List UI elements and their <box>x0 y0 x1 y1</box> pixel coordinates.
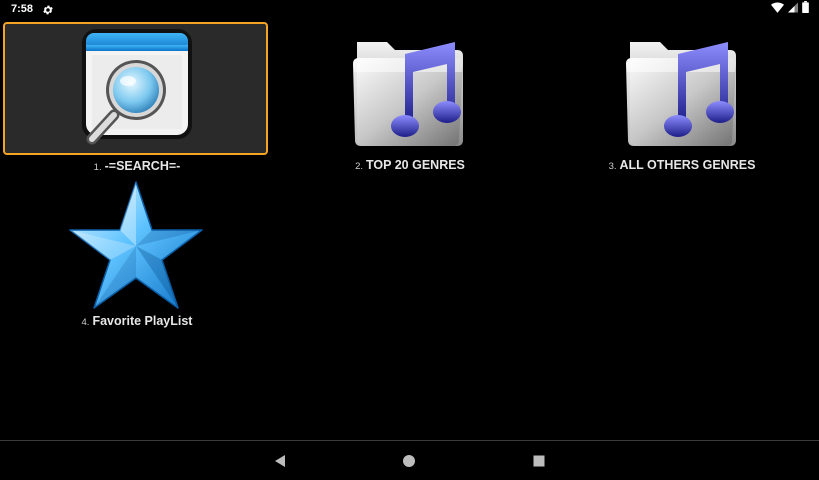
wifi-icon <box>771 0 784 18</box>
home-button[interactable] <box>399 451 419 471</box>
status-bar: 7:58 <box>0 0 819 20</box>
item-title: -=SEARCH=- <box>104 159 181 173</box>
music-folder-icon <box>626 42 736 146</box>
screen: 7:58 1. -=SEARCH=- 2. TOP 20 GENRES 3. A… <box>0 0 819 480</box>
item-title: Favorite PlayList <box>92 314 193 328</box>
grid-item-label-top-20-genres: 2. TOP 20 GENRES <box>276 158 544 172</box>
item-index: 1. <box>93 162 102 173</box>
item-title: TOP 20 GENRES <box>366 158 465 172</box>
status-time: 7:58 <box>11 3 34 15</box>
item-index: 3. <box>608 161 617 172</box>
navigation-bar <box>0 441 819 480</box>
grid-item-label-all-others-genres: 3. ALL OTHERS GENRES <box>548 158 816 172</box>
settings-gear-icon <box>42 3 54 15</box>
grid-item-top-20-genres[interactable] <box>345 28 473 148</box>
status-icons <box>771 0 809 18</box>
grid-item-favorite-playlist[interactable] <box>68 180 204 312</box>
item-index: 2. <box>355 161 364 172</box>
music-folder-icon <box>353 42 463 146</box>
home-icon <box>403 455 415 467</box>
item-title: ALL OTHERS GENRES <box>619 158 756 172</box>
grid-item-label-search: 1. -=SEARCH=- <box>3 159 271 173</box>
grid-item-all-others-genres[interactable] <box>618 28 746 148</box>
signal-icon <box>788 0 798 18</box>
search-window-icon <box>82 29 192 145</box>
back-button[interactable] <box>270 451 290 471</box>
recents-icon <box>533 455 545 467</box>
back-icon <box>275 455 285 467</box>
star-icon <box>69 181 203 309</box>
battery-icon <box>802 0 809 18</box>
recents-button[interactable] <box>529 451 549 471</box>
item-index: 4. <box>81 317 90 328</box>
grid-item-search[interactable] <box>80 27 195 149</box>
grid-item-label-favorite-playlist: 4. Favorite PlayList <box>3 314 271 328</box>
